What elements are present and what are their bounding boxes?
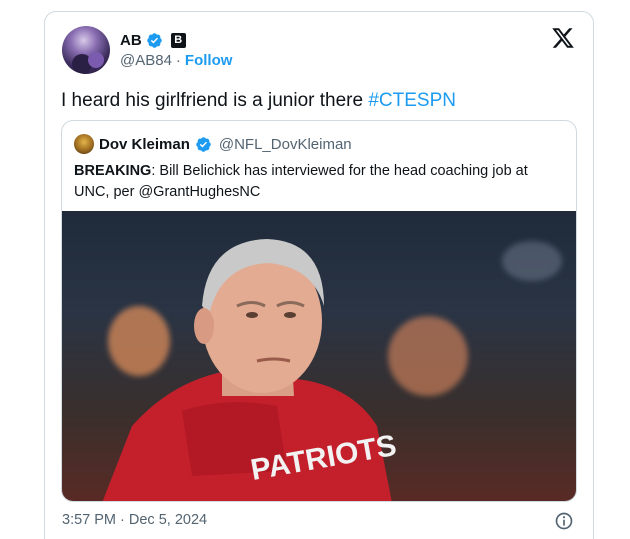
verified-badge-icon bbox=[196, 136, 211, 152]
quoted-author-row: Dov Kleiman @NFL_DovKleiman bbox=[74, 133, 352, 155]
tweet-body: I heard his girlfriend is a junior there bbox=[61, 90, 369, 111]
breaking-label: BREAKING bbox=[74, 163, 152, 179]
quoted-photo[interactable]: PATRIOTS bbox=[62, 211, 576, 501]
hashtag-link[interactable]: #CTESPN bbox=[368, 90, 456, 111]
author-name-row: AB B bbox=[120, 30, 186, 50]
author-avatar[interactable] bbox=[62, 26, 110, 74]
quoted-tweet-text: BREAKING: Bill Belichick has interviewed… bbox=[74, 161, 564, 203]
quoted-author-name: Dov Kleiman bbox=[99, 135, 190, 153]
separator-dot: · bbox=[175, 52, 181, 69]
author-handle[interactable]: @AB84 bbox=[120, 52, 172, 69]
info-icon[interactable] bbox=[554, 511, 574, 531]
author-handle-row: @AB84 · Follow bbox=[120, 52, 232, 69]
quoted-author-handle: @NFL_DovKleiman bbox=[218, 135, 352, 153]
quoted-author-avatar bbox=[74, 134, 94, 154]
verified-badge-icon bbox=[146, 32, 162, 48]
tweet-timestamp[interactable]: 3:57 PM · Dec 5, 2024 bbox=[62, 512, 207, 528]
quoted-tweet[interactable]: Dov Kleiman @NFL_DovKleiman BREAKING: Bi… bbox=[61, 120, 577, 502]
follow-button[interactable]: Follow bbox=[185, 52, 233, 69]
x-logo-icon[interactable] bbox=[551, 26, 575, 50]
tweet-card: AB B @AB84 · Follow I heard his girlfrie… bbox=[44, 11, 594, 539]
tweet-text: I heard his girlfriend is a junior there… bbox=[61, 88, 456, 114]
coach-figure: PATRIOTS bbox=[102, 239, 399, 501]
author-name[interactable]: AB bbox=[120, 32, 142, 49]
affiliate-badge: B bbox=[170, 32, 186, 48]
